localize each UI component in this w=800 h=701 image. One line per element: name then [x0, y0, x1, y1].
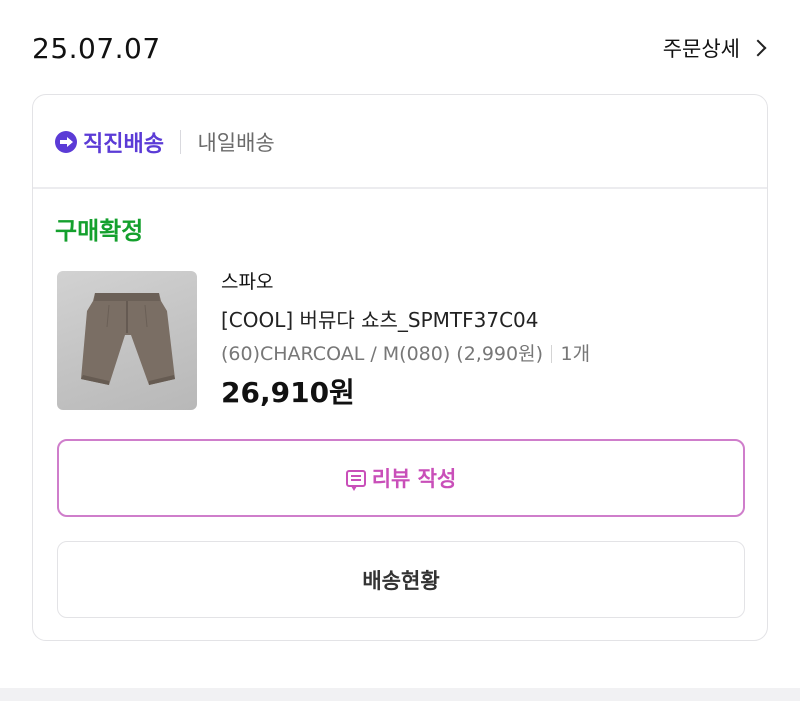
product-price: 26,910원 [221, 376, 355, 409]
order-detail-link[interactable]: 주문상세 [662, 33, 767, 63]
product-option-row: (60)CHARCOAL / M(080) (2,990원) 1개 [221, 339, 590, 369]
order-date: 25.07.07 [32, 31, 161, 65]
shorts-image [81, 293, 175, 385]
direct-delivery-label: 직진배송 [83, 132, 164, 157]
review-button-label: 리뷰 작성 [371, 467, 457, 491]
delivery-type-row: 직진배송 내일배송 [55, 125, 275, 159]
order-card: 직진배송 내일배송 구매확정 스파오 [COOL] 버뮤다 쇼츠_SPMTF37… [32, 94, 768, 641]
product-info: 스파오 [COOL] 버뮤다 쇼츠_SPMTF37C04 (60)CHARCOA… [221, 267, 590, 413]
order-header: 25.07.07 주문상세 [32, 28, 767, 68]
product-option: (60)CHARCOAL / M(080) (2,990원) [221, 343, 543, 365]
direct-delivery-icon [55, 131, 77, 153]
tomorrow-delivery-label: 내일배송 [197, 131, 275, 155]
product-name[interactable]: [COOL] 버뮤다 쇼츠_SPMTF37C04 [221, 301, 590, 339]
review-icon [345, 469, 366, 491]
write-review-button[interactable]: 리뷰 작성 [57, 439, 745, 517]
brand-name[interactable]: 스파오 [221, 267, 590, 297]
order-detail-label: 주문상세 [662, 37, 740, 61]
delivery-tracking-button[interactable]: 배송현황 [57, 541, 745, 618]
option-divider [550, 345, 553, 363]
chevron-right-icon [749, 39, 767, 57]
delivery-divider [179, 130, 182, 154]
bottom-section-divider [0, 688, 800, 701]
product-quantity: 1개 [560, 343, 591, 365]
product-image[interactable] [57, 271, 197, 410]
section-divider [33, 187, 767, 189]
purchase-status: 구매확정 [55, 217, 144, 245]
tracking-button-label: 배송현황 [362, 568, 440, 593]
